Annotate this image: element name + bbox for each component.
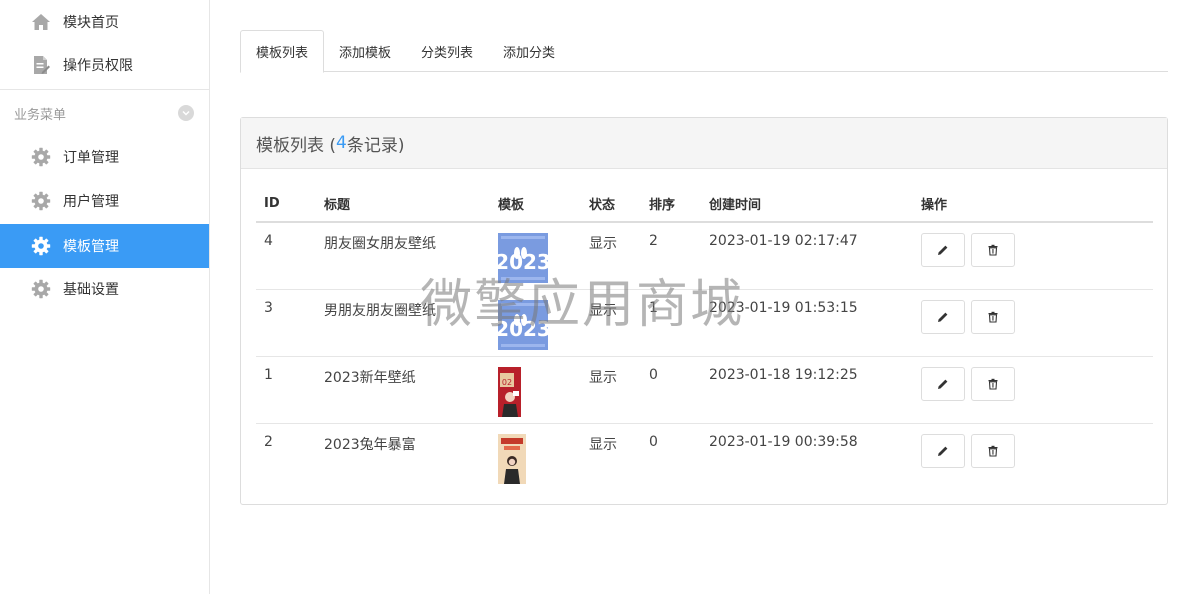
column-header-template: 模板: [490, 186, 581, 223]
cell-created: 2023-01-19 00:39:58: [709, 433, 858, 450]
delete-button[interactable]: [971, 366, 1016, 401]
tab-category-list[interactable]: 分类列表: [406, 30, 488, 72]
sidebar-item-users[interactable]: 用户管理: [0, 179, 209, 223]
cell-id: 1: [256, 356, 316, 424]
template-table: ID 标题 模板 状态 排序 创建时间 操作 4 朋友圈女朋友壁纸 2023 显…: [256, 186, 1153, 490]
table-row: 2 2023兔年暴富 显示 0 2023-01-19 00:39:58: [256, 423, 1153, 490]
table-row: 3 男朋友朋友圈壁纸 2023 显示 1 2023-01-19 01:53:15: [256, 289, 1153, 357]
sidebar-item-label: 用户管理: [63, 194, 119, 210]
sidebar-divider: [0, 89, 209, 90]
cell-title: 男朋友朋友圈壁纸: [316, 289, 490, 357]
cell-status: 显示: [589, 436, 617, 453]
cell-template: 2023: [490, 289, 581, 357]
pencil-icon: [938, 379, 948, 389]
cell-created: 2023-01-18 19:12:25: [701, 356, 913, 424]
cell-sort: 1: [641, 289, 701, 357]
sidebar-item-label: 模板管理: [63, 239, 119, 255]
trash-icon: [988, 378, 998, 390]
chevron-down-icon[interactable]: [178, 105, 194, 121]
column-header-title: 标题: [316, 186, 490, 223]
cell-created: 2023-01-19 02:17:47: [701, 222, 913, 290]
edit-button[interactable]: [921, 433, 965, 468]
delete-button[interactable]: [971, 299, 1016, 334]
template-thumbnail[interactable]: [498, 433, 526, 484]
sidebar-item-operator-permissions[interactable]: 操作员权限: [0, 43, 209, 87]
gear-icon: [31, 236, 51, 256]
sidebar-item-basic-settings[interactable]: 基础设置: [0, 267, 209, 311]
panel-title-prefix: 模板列表 (: [256, 135, 337, 156]
template-thumbnail[interactable]: 2023: [498, 233, 548, 283]
pencil-icon: [938, 446, 948, 456]
cell-sort: 0: [649, 433, 658, 450]
trash-icon: [988, 311, 998, 323]
sidebar-item-orders[interactable]: 订单管理: [0, 135, 209, 179]
tab-add-template[interactable]: 添加模板: [324, 30, 406, 72]
home-icon: [31, 12, 51, 32]
table-row: 1 2023新年壁纸 02 显示 0 2023-01-18 19:12:25: [256, 356, 1153, 424]
tab-template-list[interactable]: 模板列表: [240, 30, 325, 73]
sidebar-item-home[interactable]: 模块首页: [0, 0, 209, 44]
gear-icon: [31, 147, 51, 167]
tab-add-category[interactable]: 添加分类: [488, 30, 570, 72]
delete-button[interactable]: [971, 233, 1016, 267]
pencil-icon: [938, 312, 948, 322]
svg-text:02: 02: [502, 378, 512, 387]
document-edit-icon: [31, 55, 51, 75]
sidebar-section-title: 业务菜单: [14, 108, 67, 123]
cell-template: 2023: [490, 222, 581, 290]
app-root: 模块首页 操作员权限 业务菜单 订单管理 用户管理 模板管理 基础设置 模板列表…: [0, 0, 1177, 594]
cell-title: 朋友圈女朋友壁纸: [316, 222, 490, 290]
cell-actions: [913, 289, 1153, 357]
sidebar-item-label: 模块首页: [63, 15, 119, 31]
column-header-id: ID: [256, 186, 316, 223]
cell-actions: [913, 222, 1153, 290]
sidebar-item-label: 基础设置: [63, 282, 119, 298]
gear-icon: [31, 279, 51, 299]
cell-template: [490, 423, 581, 490]
tab-bar: 模板列表 添加模板 分类列表 添加分类: [240, 30, 1168, 73]
sidebar-item-label: 操作员权限: [63, 58, 133, 74]
panel-title-suffix: 条记录): [346, 135, 405, 156]
delete-button[interactable]: [971, 433, 1016, 468]
column-header-created: 创建时间: [701, 186, 913, 223]
cell-sort: 0: [641, 356, 701, 424]
cell-title: 2023新年壁纸: [316, 356, 490, 424]
edit-button[interactable]: [921, 299, 965, 334]
template-thumbnail[interactable]: 02: [498, 366, 521, 417]
pencil-icon: [938, 245, 948, 255]
sidebar: 模块首页 操作员权限 业务菜单 订单管理 用户管理 模板管理 基础设置: [0, 0, 210, 594]
edit-button[interactable]: [921, 366, 965, 401]
cell-id: 4: [256, 222, 316, 290]
cell-created: 2023-01-19 01:53:15: [701, 289, 913, 357]
sidebar-item-templates[interactable]: 模板管理: [0, 224, 209, 268]
table-row: 4 朋友圈女朋友壁纸 2023 显示 2 2023-01-19 02:17:47: [256, 222, 1153, 290]
record-count: 4: [336, 133, 347, 153]
template-thumbnail[interactable]: 2023: [498, 299, 548, 350]
column-header-sort: 排序: [641, 186, 701, 223]
column-header-status: 状态: [581, 186, 641, 223]
trash-icon: [988, 244, 998, 256]
trash-icon: [988, 445, 998, 457]
cell-status: 显示: [581, 289, 641, 357]
cell-status: 显示: [581, 222, 641, 290]
template-list-panel: 模板列表 (4 条记录) ID 标题 模板 状态 排序 创建时间 操作 4 朋友圈…: [240, 117, 1168, 505]
cell-status: 显示: [581, 356, 641, 424]
column-header-actions: 操作: [913, 186, 1153, 223]
cell-template: 02: [490, 356, 581, 424]
cell-id: 2: [264, 433, 273, 450]
cell-title: 2023兔年暴富: [324, 436, 416, 453]
edit-button[interactable]: [921, 233, 965, 267]
cell-id: 3: [256, 289, 316, 357]
cell-actions: [913, 423, 1153, 490]
panel-title: 模板列表 (4 条记录): [241, 118, 1167, 169]
sidebar-item-label: 订单管理: [63, 150, 119, 166]
cell-sort: 2: [641, 222, 701, 290]
table-header-row: ID 标题 模板 状态 排序 创建时间 操作: [256, 186, 1153, 223]
gear-icon: [31, 191, 51, 211]
cell-actions: [913, 356, 1153, 424]
